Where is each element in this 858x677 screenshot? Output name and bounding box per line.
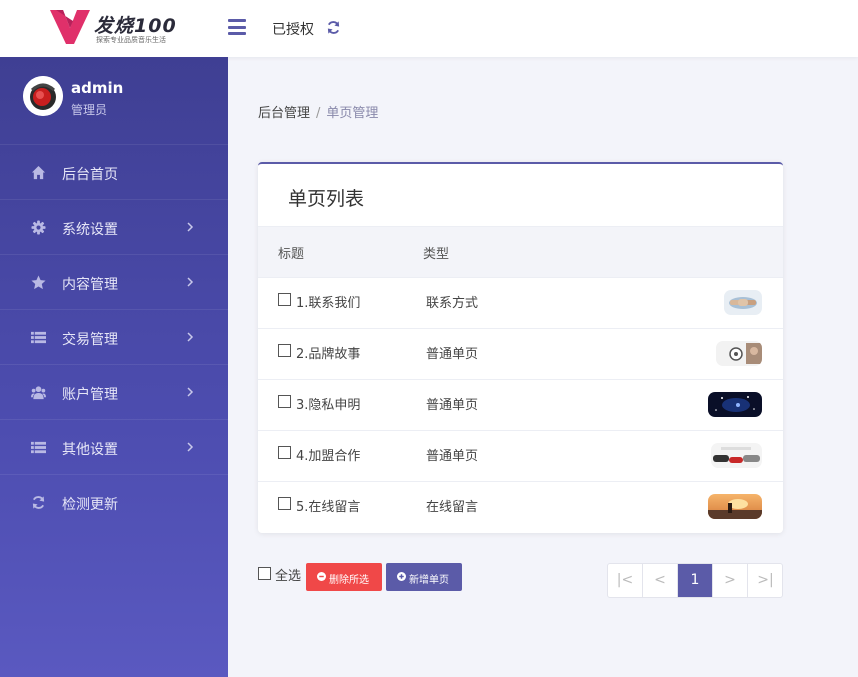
checkbox-box[interactable] <box>258 567 271 580</box>
auth-status: 已授权 <box>272 22 314 38</box>
row-thumbnail[interactable] <box>724 290 762 315</box>
card-title: 单页列表 <box>288 188 365 210</box>
sidebar-item-dashboard[interactable]: 后台首页 <box>0 145 228 200</box>
row-title[interactable]: 5.在线留言 <box>296 496 360 515</box>
delete-selected-label: 删除所选 <box>329 575 369 586</box>
sidebar-item-label: 其他设置 <box>62 442 118 458</box>
sidebar-item-transactions[interactable]: 交易管理 <box>0 310 228 365</box>
list-icon <box>31 331 46 344</box>
table-header: 标题 类型 <box>258 226 783 278</box>
sidebar-item-content[interactable]: 内容管理 <box>0 255 228 310</box>
row-thumbnail[interactable] <box>716 341 762 366</box>
breadcrumb-separator: / <box>316 106 321 121</box>
brand-image <box>716 341 762 366</box>
row-title[interactable]: 3.隐私申明 <box>296 394 360 413</box>
breadcrumb-home[interactable]: 后台管理 <box>258 106 310 121</box>
brand-logo[interactable]: 发烧100 探索专业品质音乐生活 <box>50 9 180 47</box>
top-bar: 发烧100 探索专业品质音乐生活 已授权 <box>0 0 858 57</box>
breadcrumb: 后台管理 / 单页管理 <box>258 102 378 121</box>
refresh-icon[interactable] <box>326 20 341 35</box>
row-type: 普通单页 <box>426 347 479 362</box>
row-checkbox[interactable] <box>278 395 291 408</box>
add-page-button[interactable]: 新增单页 <box>386 563 462 591</box>
avatar-image <box>23 76 63 116</box>
gear-icon <box>31 220 46 235</box>
breadcrumb-current: 单页管理 <box>326 106 379 121</box>
page-list-card: 单页列表 标题 类型 1.联系我们 联系方式 2.品牌故事 普通单页 3.隐私申… <box>258 162 783 533</box>
sunset-image <box>708 494 762 519</box>
sidebar-item-system-settings[interactable]: 系统设置 <box>0 200 228 255</box>
space-image <box>708 392 762 417</box>
chevron-right-icon <box>187 442 194 452</box>
row-checkbox[interactable] <box>278 293 291 306</box>
user-name: admin <box>71 79 124 97</box>
row-checkbox[interactable] <box>278 497 291 510</box>
sidebar-item-accounts[interactable]: 账户管理 <box>0 365 228 420</box>
table-row: 5.在线留言 在线留言 <box>258 482 783 533</box>
pagination: |< < 1 > >| <box>607 563 783 598</box>
sidebar-item-other-settings[interactable]: 其他设置 <box>0 420 228 475</box>
user-panel: admin 管理员 <box>0 57 228 145</box>
row-type: 普通单页 <box>426 449 479 464</box>
handshake-image <box>724 290 762 315</box>
column-header-title: 标题 <box>278 247 305 262</box>
row-checkbox[interactable] <box>278 344 291 357</box>
row-thumbnail[interactable] <box>708 494 762 519</box>
select-all-label: 全选 <box>275 569 302 584</box>
row-checkbox[interactable] <box>278 446 291 459</box>
column-header-type: 类型 <box>423 247 450 262</box>
sidebar-item-label: 交易管理 <box>62 332 118 348</box>
refresh-icon <box>32 496 45 509</box>
sidebar-item-label: 账户管理 <box>62 387 118 403</box>
sidebar-menu: 后台首页 系统设置 内容管理 交易管理 账户管理 其他设置 检测更新 <box>0 145 228 530</box>
logo-mark-icon <box>50 10 90 44</box>
sidebar-item-label: 检测更新 <box>62 497 118 513</box>
page-current-button[interactable]: 1 <box>678 564 713 597</box>
page-next-button[interactable]: > <box>713 564 748 597</box>
chevron-right-icon <box>187 222 194 232</box>
list-icon <box>31 441 46 454</box>
sidebar-item-label: 内容管理 <box>62 277 118 293</box>
row-thumbnail[interactable] <box>708 392 762 417</box>
row-title[interactable]: 4.加盟合作 <box>296 445 360 464</box>
page-prev-button[interactable]: < <box>643 564 678 597</box>
brand-name: 发烧100 <box>94 15 177 37</box>
table-row: 2.品牌故事 普通单页 <box>258 329 783 380</box>
page-last-button[interactable]: >| <box>748 564 783 597</box>
avatar[interactable] <box>23 76 63 116</box>
chevron-right-icon <box>187 387 194 397</box>
users-icon <box>31 386 46 400</box>
delete-selected-button[interactable]: 删除所选 <box>306 563 382 591</box>
remove-circle-icon <box>317 572 326 581</box>
row-type: 在线留言 <box>426 500 479 515</box>
plus-circle-icon <box>397 572 406 581</box>
sidebar-item-check-update[interactable]: 检测更新 <box>0 475 228 530</box>
star-icon <box>31 275 46 290</box>
chevron-right-icon <box>187 332 194 342</box>
home-icon <box>31 165 46 180</box>
row-type: 联系方式 <box>426 296 479 311</box>
chevron-right-icon <box>187 277 194 287</box>
sidebar-item-label: 后台首页 <box>62 167 118 183</box>
row-type: 普通单页 <box>426 398 479 413</box>
sidebar-item-label: 系统设置 <box>62 222 118 238</box>
table-row: 4.加盟合作 普通单页 <box>258 431 783 482</box>
cars-image <box>711 443 762 468</box>
user-role: 管理员 <box>71 103 108 117</box>
row-title[interactable]: 2.品牌故事 <box>296 343 360 362</box>
table-row: 3.隐私申明 普通单页 <box>258 380 783 431</box>
row-title[interactable]: 1.联系我们 <box>296 292 360 311</box>
menu-toggle-icon[interactable] <box>228 19 246 35</box>
brand-slogan: 探索专业品质音乐生活 <box>96 36 166 44</box>
table-row: 1.联系我们 联系方式 <box>258 278 783 329</box>
add-page-label: 新增单页 <box>409 575 449 586</box>
page-first-button[interactable]: |< <box>608 564 643 597</box>
row-thumbnail[interactable] <box>711 443 762 468</box>
sidebar: admin 管理员 后台首页 系统设置 内容管理 交易管理 账户管理 其他设置 … <box>0 57 228 677</box>
